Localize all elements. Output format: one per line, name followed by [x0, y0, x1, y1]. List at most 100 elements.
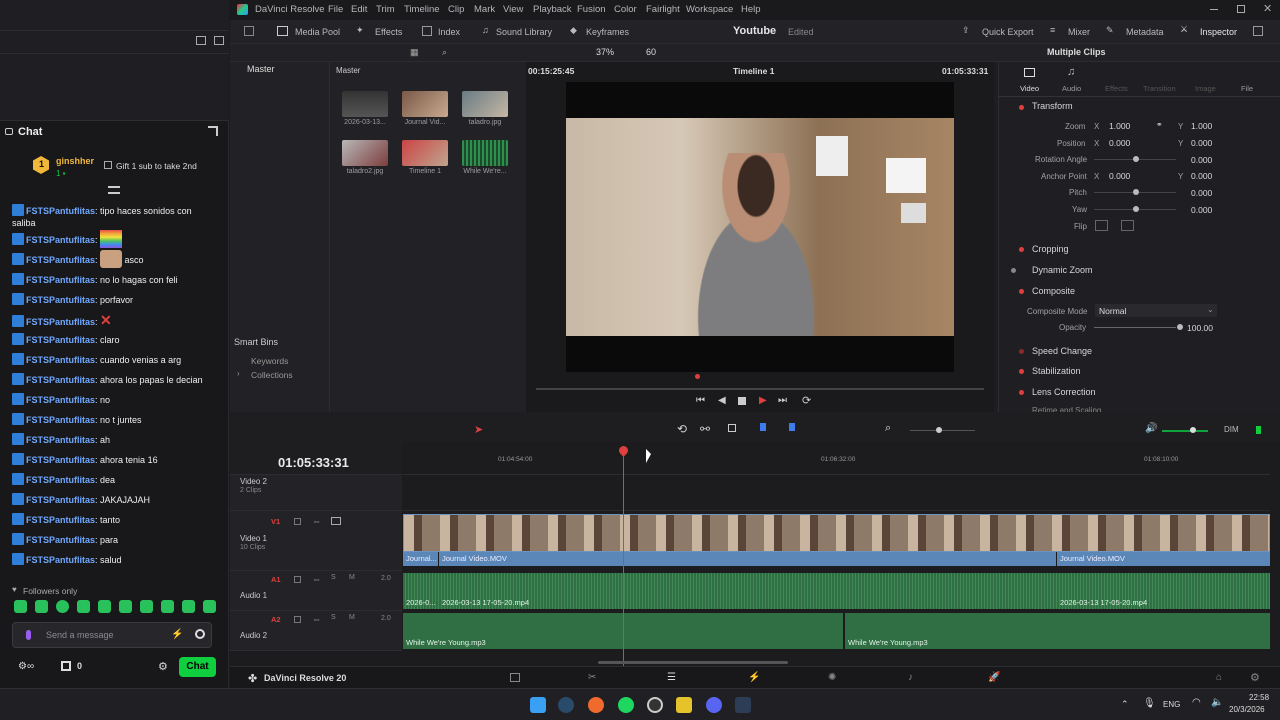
- chat-username[interactable]: FSTSPantuflitas: [26, 415, 95, 425]
- menu-color[interactable]: Color: [614, 4, 637, 15]
- firefox-icon[interactable]: [588, 697, 604, 713]
- color-page-icon[interactable]: ✺: [828, 672, 836, 683]
- chat-username[interactable]: FSTSPantuflitas: [26, 295, 95, 305]
- v1-clip-label[interactable]: Journal Video.MOV: [439, 552, 1056, 566]
- emote-icon[interactable]: [14, 600, 27, 613]
- a2-solo-icon[interactable]: S: [331, 614, 336, 621]
- opacity-value[interactable]: 100.00: [1187, 323, 1213, 333]
- stabilization-section[interactable]: Stabilization: [1032, 366, 1081, 376]
- cut-page-icon[interactable]: ✂: [588, 672, 596, 683]
- v1-monitor-icon[interactable]: [331, 517, 341, 525]
- deliver-page-icon[interactable]: 🚀: [988, 672, 1000, 683]
- stop-icon[interactable]: [738, 397, 746, 405]
- flip-horizontal-icon[interactable]: [1095, 220, 1108, 231]
- zoom-search-icon[interactable]: ⌕: [885, 422, 891, 435]
- cropping-section[interactable]: Cropping: [1032, 244, 1069, 254]
- chevron-right-icon[interactable]: ›: [237, 369, 240, 378]
- home-icon[interactable]: ⌂: [1216, 672, 1222, 683]
- chat-username[interactable]: FSTSPantuflitas: [26, 206, 95, 216]
- command-icon[interactable]: ⚡: [171, 629, 183, 640]
- transform-enabled-dot[interactable]: [1019, 105, 1024, 110]
- menu-fairlight[interactable]: Fairlight: [646, 4, 680, 15]
- emote-icon[interactable]: [119, 600, 132, 613]
- opacity-slider[interactable]: [1094, 327, 1176, 328]
- composite-mode-select[interactable]: Normal ⌄: [1095, 304, 1217, 317]
- chat-username[interactable]: FSTSPantuflitas: [26, 275, 95, 285]
- index-button[interactable]: Index: [438, 27, 460, 37]
- loop-icon[interactable]: ⟳: [802, 394, 811, 407]
- a1-tag[interactable]: A1: [271, 575, 281, 584]
- menu-fusion[interactable]: Fusion: [577, 4, 606, 15]
- emote-icon[interactable]: [140, 600, 153, 613]
- points-icon[interactable]: ⚙∞: [18, 661, 34, 672]
- clip-thumbnail[interactable]: [462, 140, 508, 166]
- composite-enabled-dot[interactable]: [1019, 289, 1024, 294]
- chat-username[interactable]: FSTSPantuflitas: [26, 375, 95, 385]
- zoom-x-value[interactable]: 1.000: [1109, 121, 1130, 131]
- menu-view[interactable]: View: [503, 4, 523, 15]
- expand-chat-icon[interactable]: [208, 126, 218, 136]
- effects-button[interactable]: Effects: [375, 27, 402, 37]
- language-indicator[interactable]: ENG: [1163, 700, 1180, 709]
- index-icon[interactable]: [422, 26, 432, 36]
- a2-link-icon[interactable]: ⇔: [312, 614, 321, 624]
- a1-clip-label[interactable]: 2026-03-13 17-05-20.mp4: [442, 598, 529, 607]
- media-pool-button[interactable]: Media Pool: [295, 27, 340, 37]
- pitch-value[interactable]: 0.000: [1191, 188, 1212, 198]
- chat-username[interactable]: FSTSPantuflitas: [26, 475, 95, 485]
- viewer-frame[interactable]: [566, 82, 954, 372]
- keyframes-button[interactable]: Keyframes: [586, 27, 629, 37]
- chat-username[interactable]: FSTSPantuflitas: [26, 235, 95, 245]
- chat-username[interactable]: FSTSPantuflitas: [26, 335, 95, 345]
- link-icon[interactable]: ⚭: [1156, 120, 1163, 129]
- volume-knob[interactable]: [1190, 427, 1196, 433]
- minimize-icon[interactable]: [1210, 9, 1218, 10]
- emote-icon[interactable]: [161, 600, 174, 613]
- chat-username[interactable]: FSTSPantuflitas: [26, 255, 95, 265]
- v1-clip-label[interactable]: Journal Video.MOV: [1057, 552, 1270, 566]
- speed-change-dot[interactable]: [1019, 349, 1024, 354]
- clip-thumbnail[interactable]: [402, 140, 448, 166]
- v1-clip-label[interactable]: Journal...: [403, 552, 438, 566]
- a2-mute-icon[interactable]: M: [349, 614, 355, 621]
- rotation-value[interactable]: 0.000: [1191, 155, 1212, 165]
- steam-icon[interactable]: [558, 697, 574, 713]
- chat-username[interactable]: FSTSPantuflitas: [26, 515, 95, 525]
- metadata-button[interactable]: Metadata: [1126, 27, 1164, 37]
- quick-export-button[interactable]: Quick Export: [982, 27, 1034, 37]
- expand-icon[interactable]: [1253, 26, 1263, 36]
- clip-thumbnail[interactable]: [402, 91, 448, 117]
- wifi-icon[interactable]: ◠: [1192, 697, 1201, 708]
- chat-username[interactable]: FSTSPantuflitas: [26, 535, 95, 545]
- lens-correction-section[interactable]: Lens Correction: [1032, 387, 1096, 397]
- stabilization-dot[interactable]: [1019, 369, 1024, 374]
- chat-username[interactable]: FSTSPantuflitas: [26, 495, 95, 505]
- menu-edit[interactable]: Edit: [351, 4, 367, 15]
- a2-clip-label[interactable]: While We're Young.mp3: [406, 638, 486, 647]
- a1-clip-label[interactable]: 2026-03-13 17-05-20.mp4: [1060, 598, 1147, 607]
- fairlight-page-icon[interactable]: ♪: [908, 672, 913, 683]
- playhead-line[interactable]: [623, 452, 624, 666]
- speed-change-section[interactable]: Speed Change: [1032, 346, 1092, 356]
- inspector-button[interactable]: Inspector: [1200, 27, 1237, 37]
- sound-library-button[interactable]: Sound Library: [496, 27, 552, 37]
- v1-tag[interactable]: V1: [271, 517, 280, 526]
- panel-toggle-icon[interactable]: [244, 26, 254, 36]
- marker-icon[interactable]: [789, 423, 795, 431]
- chat-username[interactable]: FSTSPantuflitas: [26, 555, 95, 565]
- clip-thumbnail[interactable]: [342, 91, 388, 117]
- snapping-icon[interactable]: ⟲: [677, 422, 687, 436]
- lock-icon[interactable]: [728, 424, 736, 432]
- edit-page-icon[interactable]: ☰: [667, 672, 676, 683]
- fusion-page-icon[interactable]: ⚡: [748, 672, 760, 683]
- position-x-value[interactable]: 0.000: [1109, 138, 1130, 148]
- video-tab-icon[interactable]: [1024, 68, 1035, 77]
- obs-icon[interactable]: [647, 697, 663, 713]
- resolve-taskbar-icon[interactable]: [735, 697, 751, 713]
- windows-start-icon[interactable]: [530, 697, 546, 713]
- collections-bin[interactable]: Collections: [251, 370, 293, 380]
- transform-section[interactable]: Transform: [1032, 101, 1073, 111]
- maximize-icon[interactable]: [1237, 5, 1245, 13]
- timeline-name[interactable]: Timeline 1: [733, 66, 774, 76]
- keywords-bin[interactable]: Keywords: [251, 356, 288, 366]
